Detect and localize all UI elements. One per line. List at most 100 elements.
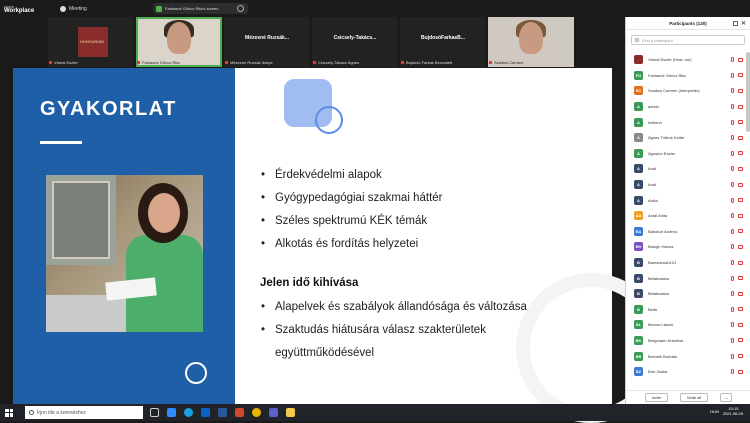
muted-mic-icon[interactable] xyxy=(731,260,734,266)
muted-mic-icon[interactable] xyxy=(731,119,734,125)
video-tile[interactable]: Szadics Carmen xyxy=(488,17,574,67)
video-off-icon[interactable] xyxy=(738,307,743,312)
video-off-icon[interactable] xyxy=(738,73,743,78)
video-off-icon[interactable] xyxy=(738,104,743,109)
video-off-icon[interactable] xyxy=(738,166,743,171)
avatar: Á xyxy=(634,148,643,158)
file-explorer-icon[interactable] xyxy=(286,408,295,417)
video-off-icon[interactable] xyxy=(738,88,743,93)
muted-mic-icon[interactable] xyxy=(731,291,734,297)
chrome-icon[interactable] xyxy=(252,408,261,417)
video-off-icon[interactable] xyxy=(738,322,743,327)
zoom-app-icon[interactable] xyxy=(167,408,176,417)
app-brand: zoom Workplace xyxy=(0,4,50,14)
video-off-icon[interactable] xyxy=(738,135,743,140)
participant-row[interactable]: BL Bercsa László xyxy=(626,317,746,333)
muted-mic-icon[interactable] xyxy=(731,197,734,203)
muted-mic-icon xyxy=(49,61,52,64)
participant-row[interactable]: A Adrienn xyxy=(626,114,746,130)
mute-all-button[interactable]: Mute all xyxy=(680,393,709,402)
participant-row[interactable]: Á Ágoston Eszter xyxy=(626,146,746,162)
tile-big-name: Csicsely-Takács... xyxy=(333,35,377,41)
muted-mic-icon[interactable] xyxy=(731,228,734,234)
participant-name: Antal Anita xyxy=(648,213,668,219)
teams-icon[interactable] xyxy=(269,408,278,417)
participant-row[interactable]: AA Antal Anita xyxy=(626,208,746,224)
participant-row[interactable]: BB Bernáth Borbála xyxy=(626,348,746,364)
clock[interactable]: 10:15 2021.06.09. xyxy=(723,406,744,416)
participant-row[interactable]: B Bélabcsaba xyxy=(626,286,746,302)
participant-row[interactable]: BA Babolczi Andrea xyxy=(626,224,746,240)
video-off-icon[interactable] xyxy=(738,276,743,281)
participant-row[interactable]: B Bélabcsaba xyxy=(626,270,746,286)
video-tile-active[interactable]: Farkasné Göncz Rita xyxy=(136,17,222,67)
video-off-icon[interactable] xyxy=(738,244,743,249)
participant-row[interactable]: BZ Bíró Zsófia xyxy=(626,364,746,380)
participant-row[interactable]: Á Ágnes Tóthné Kollár xyxy=(626,130,746,146)
taskbar-search-input[interactable]: Írjon ide a kereséshez xyxy=(25,406,143,419)
muted-mic-icon[interactable] xyxy=(731,150,734,156)
bullet-item: Szaktudás hiátusára válasz szakterületek xyxy=(259,319,527,342)
muted-mic-icon[interactable] xyxy=(731,166,734,172)
video-off-icon[interactable] xyxy=(738,291,743,296)
video-off-icon[interactable] xyxy=(738,354,743,359)
participant-row[interactable]: A Andi xyxy=(626,177,746,193)
muted-mic-icon[interactable] xyxy=(731,213,734,219)
participant-row[interactable]: B Bamadona0101 xyxy=(626,255,746,271)
muted-mic-icon[interactable] xyxy=(731,322,734,328)
meeting-menu[interactable]: Meeting xyxy=(60,5,87,12)
muted-mic-icon[interactable] xyxy=(731,72,734,78)
powerpoint-icon[interactable] xyxy=(235,408,244,417)
video-tile[interactable]: HUNGARIAN Vámai Eszter xyxy=(48,17,134,67)
participant-row[interactable]: A Andi xyxy=(626,161,746,177)
video-off-icon[interactable] xyxy=(738,369,743,374)
video-off-icon[interactable] xyxy=(738,57,743,62)
bullet-item: Gyógypedagógiai szakmai háttér xyxy=(259,187,443,210)
muted-mic-icon[interactable] xyxy=(731,88,734,94)
muted-mic-icon[interactable] xyxy=(731,182,734,188)
muted-mic-icon[interactable] xyxy=(731,275,734,281)
video-off-icon[interactable] xyxy=(738,198,743,203)
muted-mic-icon[interactable] xyxy=(731,337,734,343)
muted-mic-icon[interactable] xyxy=(731,306,734,312)
participant-row[interactable]: Aadmin xyxy=(626,99,746,115)
video-tile[interactable]: BujdosóFarkasB... Bujdosó Farkas Bernade… xyxy=(400,17,486,67)
share-options-icon[interactable] xyxy=(237,5,244,12)
participant-row[interactable]: SC Szadics Carmen (Interpreter) xyxy=(626,83,746,99)
avatar: BK xyxy=(634,335,643,345)
language-indicator[interactable]: HUN xyxy=(710,409,719,414)
participant-row[interactable]: Vámai Eszter (Host, me) xyxy=(626,52,746,68)
muted-mic-icon[interactable] xyxy=(731,104,734,110)
participant-row[interactable]: BH Balogh Hanna xyxy=(626,239,746,255)
muted-mic-icon[interactable] xyxy=(731,244,734,250)
video-off-icon[interactable] xyxy=(738,182,743,187)
outlook-icon[interactable] xyxy=(201,408,210,417)
invite-button[interactable]: Invite xyxy=(644,393,669,402)
participant-row[interactable]: A Anikó xyxy=(626,192,746,208)
windows-start-icon[interactable] xyxy=(5,408,13,417)
muted-mic-icon[interactable] xyxy=(731,135,734,141)
participant-row[interactable]: BK Bergmann Krisztina xyxy=(626,333,746,349)
popout-icon[interactable] xyxy=(733,21,738,26)
video-off-icon[interactable] xyxy=(738,260,743,265)
word-icon[interactable] xyxy=(218,408,227,417)
video-off-icon[interactable] xyxy=(738,229,743,234)
video-off-icon[interactable] xyxy=(738,338,743,343)
edge-icon[interactable] xyxy=(184,408,193,417)
task-view-icon[interactable] xyxy=(150,408,159,417)
video-tile[interactable]: Mézesné Ruzsák... Mézesné Ruzsák Ibolya xyxy=(224,17,310,67)
screen-share-indicator[interactable]: Farkasné Göncz Rita's screen xyxy=(153,3,248,14)
muted-mic-icon[interactable] xyxy=(731,57,734,63)
video-off-icon[interactable] xyxy=(738,213,743,218)
participant-row[interactable]: B Bella xyxy=(626,302,746,318)
video-tile[interactable]: Csicsely-Takács... Csicsely-Takács Ágnes xyxy=(312,17,398,67)
participant-search-input[interactable]: Find a participant xyxy=(631,35,745,45)
close-icon[interactable]: ✕ xyxy=(741,20,746,27)
scrollbar[interactable] xyxy=(746,52,750,132)
more-button[interactable]: ... xyxy=(720,393,733,402)
muted-mic-icon[interactable] xyxy=(731,369,734,375)
participant-row[interactable]: FG Farkasné Göncz Rita xyxy=(626,68,746,84)
video-off-icon[interactable] xyxy=(738,151,743,156)
video-off-icon[interactable] xyxy=(738,120,743,125)
muted-mic-icon[interactable] xyxy=(731,353,734,359)
